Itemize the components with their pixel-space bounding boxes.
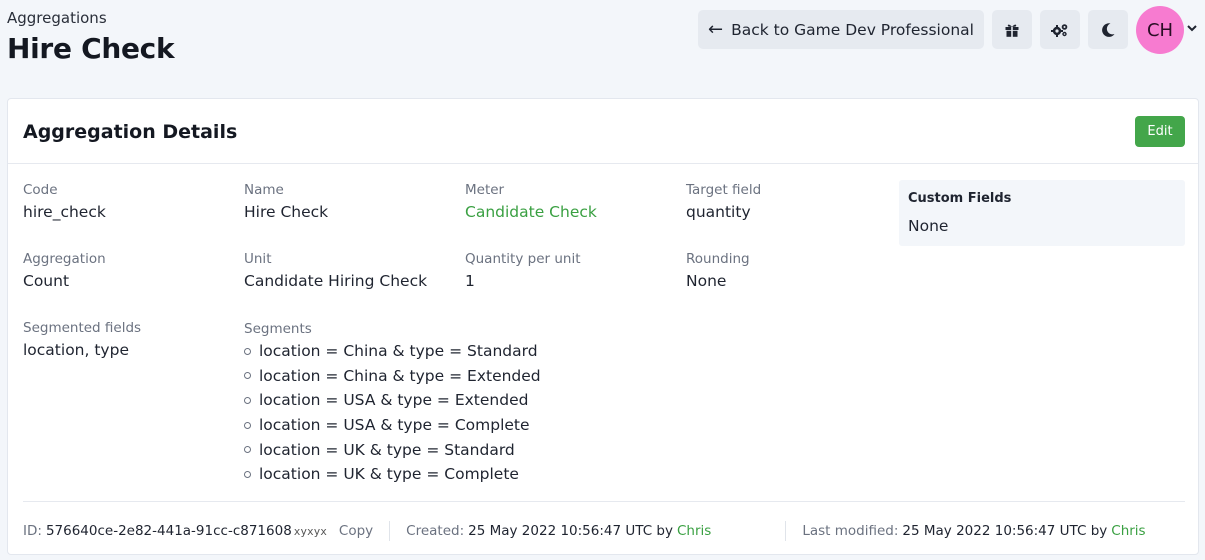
field-name: Name Hire Check bbox=[244, 182, 328, 221]
created-by-link[interactable]: Chris bbox=[677, 523, 711, 539]
divider bbox=[23, 501, 1185, 502]
field-meter: Meter Candidate Check bbox=[465, 182, 597, 221]
settings-button[interactable] bbox=[1040, 10, 1080, 49]
field-label: Aggregation bbox=[23, 251, 106, 267]
field-value: quantity bbox=[686, 203, 751, 221]
segment-text: location = USA & type = Complete bbox=[259, 416, 530, 435]
circle-bullet-icon bbox=[244, 347, 251, 355]
field-unit: Unit Candidate Hiring Check bbox=[244, 251, 427, 290]
gears-icon bbox=[1051, 23, 1068, 37]
field-quantity-per-unit: Quantity per unit 1 bbox=[465, 251, 581, 290]
field-value: 1 bbox=[465, 272, 475, 290]
page-header: Aggregations Hire Check ← Back to Game D… bbox=[0, 0, 1205, 80]
custom-fields-panel: Custom Fields None bbox=[899, 180, 1185, 246]
edit-button[interactable]: Edit bbox=[1135, 116, 1185, 147]
custom-fields-value: None bbox=[908, 217, 949, 235]
list-item: location = China & type = Extended bbox=[244, 364, 541, 389]
divider bbox=[389, 521, 391, 541]
list-item: location = UK & type = Complete bbox=[244, 462, 541, 487]
circle-bullet-icon bbox=[244, 470, 251, 478]
circle-bullet-icon bbox=[244, 421, 251, 429]
field-value: Candidate Hiring Check bbox=[244, 272, 428, 290]
id-masked-suffix: xyxyx bbox=[293, 524, 327, 538]
circle-bullet-icon bbox=[244, 372, 251, 380]
field-rounding: Rounding None bbox=[686, 251, 750, 290]
created-value: 25 May 2022 10:56:47 UTC by bbox=[468, 523, 673, 539]
field-segmented-fields: Segmented fields location, type bbox=[23, 320, 141, 359]
id-label: ID: bbox=[23, 523, 42, 539]
back-button[interactable]: ← Back to Game Dev Professional bbox=[698, 10, 984, 49]
segments: Segments location = China & type = Stand… bbox=[244, 321, 541, 487]
avatar[interactable]: CH bbox=[1136, 6, 1184, 54]
field-label: Quantity per unit bbox=[465, 251, 581, 267]
segment-text: location = USA & type = Extended bbox=[259, 391, 529, 410]
field-label: Target field bbox=[686, 182, 762, 198]
chevron-down-icon[interactable] bbox=[1186, 22, 1198, 34]
field-value: hire_check bbox=[23, 203, 106, 221]
segments-label: Segments bbox=[244, 321, 312, 337]
field-aggregation: Aggregation Count bbox=[23, 251, 106, 290]
field-label: Name bbox=[244, 182, 284, 198]
field-label: Unit bbox=[244, 251, 272, 267]
meter-link[interactable]: Candidate Check bbox=[465, 203, 597, 221]
moon-icon bbox=[1102, 22, 1115, 37]
field-label: Rounding bbox=[686, 251, 750, 267]
field-code: Code hire_check bbox=[23, 182, 106, 221]
back-button-label: Back to Game Dev Professional bbox=[731, 20, 974, 39]
field-value: None bbox=[686, 272, 727, 290]
gift-icon bbox=[1005, 24, 1019, 37]
custom-fields-title: Custom Fields bbox=[908, 191, 1012, 206]
segment-text: location = China & type = Extended bbox=[259, 366, 541, 385]
circle-bullet-icon bbox=[244, 446, 251, 454]
gift-button[interactable] bbox=[992, 10, 1032, 49]
modified-label: Last modified: bbox=[802, 523, 899, 539]
created-label: Created: bbox=[406, 523, 465, 539]
divider bbox=[785, 521, 787, 541]
arrow-left-icon: ← bbox=[708, 18, 724, 40]
field-label: Code bbox=[23, 182, 58, 198]
field-value: Hire Check bbox=[244, 203, 329, 221]
modified-by-link[interactable]: Chris bbox=[1111, 523, 1145, 539]
circle-bullet-icon bbox=[244, 396, 251, 404]
breadcrumb[interactable]: Aggregations bbox=[7, 9, 107, 27]
card-header: Aggregation Details Edit bbox=[8, 99, 1198, 164]
list-item: location = USA & type = Complete bbox=[244, 413, 541, 438]
segment-text: location = China & type = Standard bbox=[259, 342, 538, 361]
field-value: Count bbox=[23, 272, 70, 290]
record-footer: ID: 576640ce-2e82-441a-91cc-c871608 xyxy… bbox=[23, 521, 1146, 541]
aggregation-details-card: Aggregation Details Edit Code hire_check… bbox=[7, 98, 1199, 555]
dark-mode-button[interactable] bbox=[1088, 10, 1128, 49]
list-item: location = China & type = Standard bbox=[244, 339, 541, 364]
page-title: Hire Check bbox=[7, 32, 175, 65]
field-target-field: Target field quantity bbox=[686, 182, 761, 221]
segment-text: location = UK & type = Complete bbox=[259, 465, 519, 484]
copy-id-button[interactable]: Copy bbox=[339, 523, 373, 539]
modified-value: 25 May 2022 10:56:47 UTC by bbox=[902, 523, 1108, 539]
field-label: Meter bbox=[465, 182, 505, 198]
id-value: 576640ce-2e82-441a-91cc-c871608 bbox=[45, 523, 292, 539]
field-value: location, type bbox=[23, 341, 129, 359]
segment-text: location = UK & type = Standard bbox=[259, 440, 515, 459]
list-item: location = USA & type = Extended bbox=[244, 388, 541, 413]
field-label: Segmented fields bbox=[23, 320, 142, 336]
list-item: location = UK & type = Standard bbox=[244, 437, 541, 462]
card-title: Aggregation Details bbox=[23, 121, 238, 143]
